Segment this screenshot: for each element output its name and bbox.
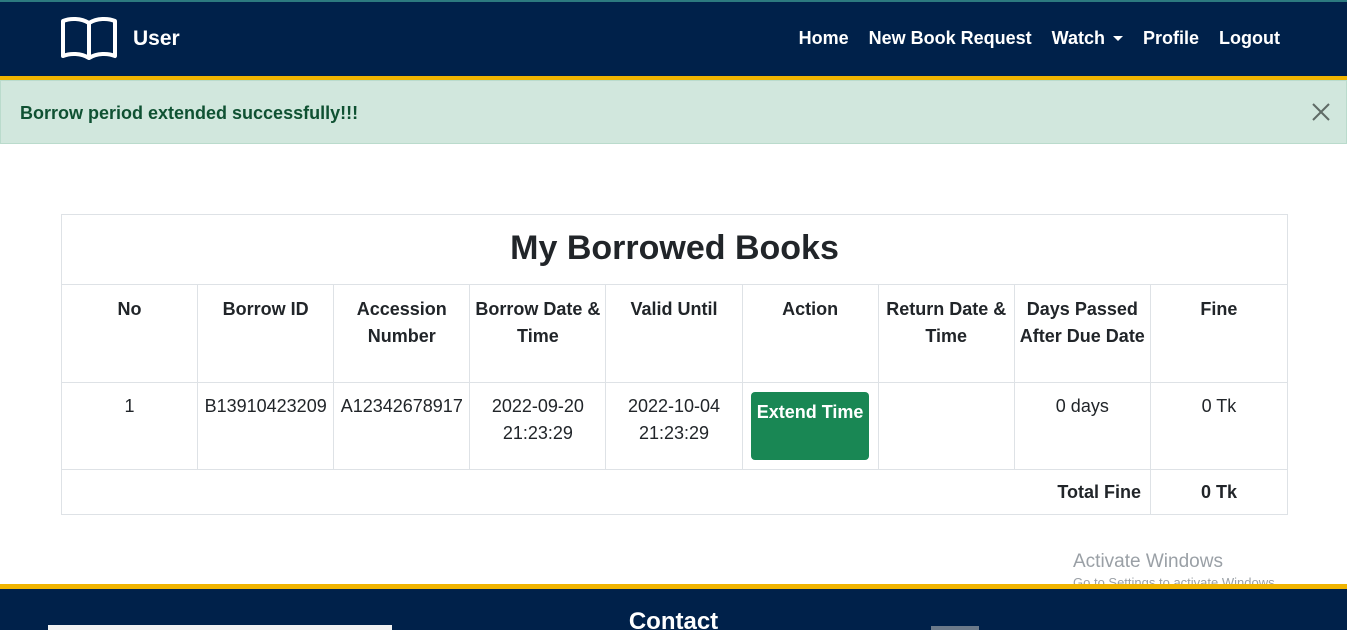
total-fine-row: Total Fine 0 Tk xyxy=(62,470,1287,515)
nav-profile[interactable]: Profile xyxy=(1143,28,1199,49)
nav-watch-label: Watch xyxy=(1051,28,1105,48)
header-no: No xyxy=(62,285,199,382)
cell-borrow-date: 2022-09-20 21:23:29 xyxy=(470,383,607,469)
total-fine-label: Total Fine xyxy=(62,470,1151,515)
brand[interactable]: User xyxy=(60,16,180,62)
header-accession-number: Accession Number xyxy=(334,285,471,382)
navbar: User Home New Book Request Watch Profile… xyxy=(0,0,1347,76)
success-alert: Borrow period extended successfully!!! xyxy=(0,80,1347,144)
cell-return-date xyxy=(879,383,1015,469)
alert-message: Borrow period extended successfully!!! xyxy=(20,103,359,123)
table-title: My Borrowed Books xyxy=(62,215,1287,285)
cell-action: Extend Time xyxy=(743,383,879,469)
table-header-row: No Borrow ID Accession Number Borrow Dat… xyxy=(62,285,1287,383)
cell-fine: 0 Tk xyxy=(1201,396,1237,416)
cell-borrow-id: B13910423209 xyxy=(198,383,335,469)
header-borrow-id: Borrow ID xyxy=(198,285,335,382)
header-return-date: Return Date & Time xyxy=(879,285,1015,382)
footer: Contact xyxy=(0,589,1347,630)
extend-time-button[interactable]: Extend Time xyxy=(751,392,870,460)
nav-home[interactable]: Home xyxy=(799,28,849,49)
header-fine: Fine xyxy=(1200,299,1238,319)
nav-watch-dropdown[interactable]: Watch xyxy=(1052,28,1123,49)
main-nav: Home New Book Request Watch Profile Logo… xyxy=(779,28,1280,49)
cell-valid-until: 2022-10-04 21:23:29 xyxy=(606,383,743,469)
open-book-icon xyxy=(61,16,117,60)
chevron-down-icon xyxy=(1113,36,1123,41)
cell-accession-number: A12342678917 xyxy=(334,383,471,469)
footer-divider xyxy=(48,625,392,630)
borrowed-books-table: My Borrowed Books No Borrow ID Accession… xyxy=(61,214,1288,515)
cell-days-passed: 0 days xyxy=(1015,383,1151,469)
close-icon[interactable] xyxy=(1310,101,1332,123)
header-valid-until: Valid Until xyxy=(606,285,743,382)
nav-new-book-request[interactable]: New Book Request xyxy=(869,28,1032,49)
brand-title: User xyxy=(133,27,180,50)
header-borrow-date: Borrow Date & Time xyxy=(470,285,607,382)
table-row: 1 B13910423209 A12342678917 2022-09-20 2… xyxy=(62,383,1287,470)
footer-divider-right xyxy=(931,626,979,630)
header-action: Action xyxy=(743,285,879,382)
header-days-passed: Days Passed After Due Date xyxy=(1015,285,1151,382)
total-fine-value: 0 Tk xyxy=(1200,482,1238,502)
watermark-title: Activate Windows xyxy=(1073,551,1223,572)
cell-no: 1 xyxy=(62,383,199,469)
nav-logout[interactable]: Logout xyxy=(1219,28,1280,49)
